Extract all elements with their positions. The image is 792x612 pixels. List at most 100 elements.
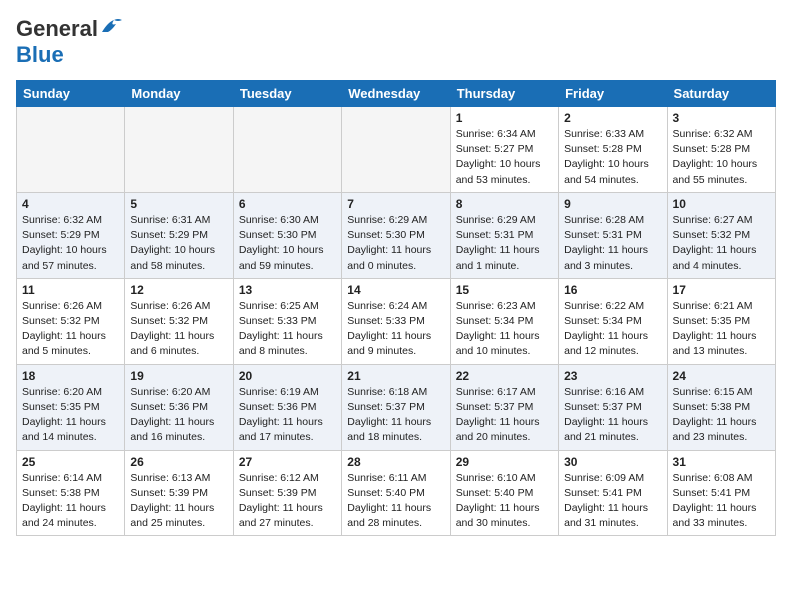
day-info: Sunrise: 6:28 AMSunset: 5:31 PMDaylight:… [564, 213, 661, 274]
calendar-cell [342, 107, 450, 193]
weekday-header-saturday: Saturday [667, 81, 775, 107]
calendar-cell: 28 Sunrise: 6:11 AMSunset: 5:40 PMDayligh… [342, 450, 450, 536]
day-number: 27 [239, 455, 336, 469]
calendar-cell: 18 Sunrise: 6:20 AMSunset: 5:35 PMDayligh… [17, 364, 125, 450]
logo: General Blue [16, 16, 122, 68]
calendar-cell: 24 Sunrise: 6:15 AMSunset: 5:38 PMDayligh… [667, 364, 775, 450]
calendar-cell: 27Sunrise: 6:12 AMSunset: 5:39 PMDayligh… [233, 450, 341, 536]
day-info: Sunrise: 6:21 AMSunset: 5:35 PMDaylight:… [673, 299, 770, 360]
day-info: Sunrise: 6:15 AMSunset: 5:38 PMDaylight:… [673, 385, 770, 446]
day-info: Sunrise: 6:16 AMSunset: 5:37 PMDaylight:… [564, 385, 661, 446]
day-info: Sunrise: 6:30 AMSunset: 5:30 PMDaylight:… [239, 213, 336, 274]
day-number: 15 [456, 283, 553, 297]
weekday-header-friday: Friday [559, 81, 667, 107]
calendar-cell: 30Sunrise: 6:09 AMSunset: 5:41 PMDayligh… [559, 450, 667, 536]
calendar-cell: 20Sunrise: 6:19 AMSunset: 5:36 PMDayligh… [233, 364, 341, 450]
calendar-cell: 31 Sunrise: 6:08 AMSunset: 5:41 PMDayligh… [667, 450, 775, 536]
day-info: Sunrise: 6:25 AMSunset: 5:33 PMDaylight:… [239, 299, 336, 360]
day-info: Sunrise: 6:24 AMSunset: 5:33 PMDaylight:… [347, 299, 444, 360]
day-info: Sunrise: 6:18 AMSunset: 5:37 PMDaylight:… [347, 385, 444, 446]
calendar-cell: 22 Sunrise: 6:17 AMSunset: 5:37 PMDayligh… [450, 364, 558, 450]
day-info: Sunrise: 6:34 AMSunset: 5:27 PMDaylight:… [456, 127, 553, 188]
calendar-cell: 26 Sunrise: 6:13 AMSunset: 5:39 PMDayligh… [125, 450, 233, 536]
calendar-cell: 15Sunrise: 6:23 AMSunset: 5:34 PMDayligh… [450, 278, 558, 364]
day-info: Sunrise: 6:17 AMSunset: 5:37 PMDaylight:… [456, 385, 553, 446]
day-number: 4 [22, 197, 119, 211]
day-info: Sunrise: 6:26 AMSunset: 5:32 PMDaylight:… [22, 299, 119, 360]
day-number: 6 [239, 197, 336, 211]
calendar-cell [233, 107, 341, 193]
calendar-week-5: 25Sunrise: 6:14 AMSunset: 5:38 PMDayligh… [17, 450, 776, 536]
calendar-cell [125, 107, 233, 193]
day-info: Sunrise: 6:29 AMSunset: 5:30 PMDaylight:… [347, 213, 444, 274]
day-number: 17 [673, 283, 770, 297]
day-number: 16 [564, 283, 661, 297]
day-info: Sunrise: 6:09 AMSunset: 5:41 PMDaylight:… [564, 471, 661, 532]
day-number: 3 [673, 111, 770, 125]
weekday-header-thursday: Thursday [450, 81, 558, 107]
day-info: Sunrise: 6:32 AMSunset: 5:29 PMDaylight:… [22, 213, 119, 274]
day-info: Sunrise: 6:08 AMSunset: 5:41 PMDaylight:… [673, 471, 770, 532]
day-number: 11 [22, 283, 119, 297]
day-info: Sunrise: 6:13 AMSunset: 5:39 PMDaylight:… [130, 471, 227, 532]
day-number: 24 [673, 369, 770, 383]
day-number: 18 [22, 369, 119, 383]
calendar-cell: 16 Sunrise: 6:22 AMSunset: 5:34 PMDayligh… [559, 278, 667, 364]
day-number: 2 [564, 111, 661, 125]
calendar-cell: 25Sunrise: 6:14 AMSunset: 5:38 PMDayligh… [17, 450, 125, 536]
day-number: 21 [347, 369, 444, 383]
day-number: 31 [673, 455, 770, 469]
day-info: Sunrise: 6:33 AMSunset: 5:28 PMDaylight:… [564, 127, 661, 188]
day-info: Sunrise: 6:10 AMSunset: 5:40 PMDaylight:… [456, 471, 553, 532]
day-number: 22 [456, 369, 553, 383]
calendar-cell: 2 Sunrise: 6:33 AMSunset: 5:28 PMDaylight… [559, 107, 667, 193]
day-number: 14 [347, 283, 444, 297]
calendar-week-2: 4 Sunrise: 6:32 AMSunset: 5:29 PMDaylight… [17, 192, 776, 278]
day-info: Sunrise: 6:20 AMSunset: 5:35 PMDaylight:… [22, 385, 119, 446]
day-info: Sunrise: 6:29 AMSunset: 5:31 PMDaylight:… [456, 213, 553, 274]
day-info: Sunrise: 6:32 AMSunset: 5:28 PMDaylight:… [673, 127, 770, 188]
logo-blue: Blue [16, 42, 64, 68]
weekday-header-monday: Monday [125, 81, 233, 107]
day-info: Sunrise: 6:11 AMSunset: 5:40 PMDaylight:… [347, 471, 444, 532]
calendar-cell: 9Sunrise: 6:28 AMSunset: 5:31 PMDaylight… [559, 192, 667, 278]
day-number: 29 [456, 455, 553, 469]
day-number: 12 [130, 283, 227, 297]
calendar-cell: 5 Sunrise: 6:31 AMSunset: 5:29 PMDaylight… [125, 192, 233, 278]
day-number: 25 [22, 455, 119, 469]
calendar-cell: 3 Sunrise: 6:32 AMSunset: 5:28 PMDaylight… [667, 107, 775, 193]
calendar-cell: 10Sunrise: 6:27 AMSunset: 5:32 PMDayligh… [667, 192, 775, 278]
day-number: 23 [564, 369, 661, 383]
logo-general: General [16, 16, 98, 42]
day-info: Sunrise: 6:20 AMSunset: 5:36 PMDaylight:… [130, 385, 227, 446]
weekday-header-sunday: Sunday [17, 81, 125, 107]
calendar-cell [17, 107, 125, 193]
page-header: General Blue [16, 16, 776, 68]
weekday-header-row: SundayMondayTuesdayWednesdayThursdayFrid… [17, 81, 776, 107]
calendar-cell: 21 Sunrise: 6:18 AMSunset: 5:37 PMDayligh… [342, 364, 450, 450]
day-number: 28 [347, 455, 444, 469]
calendar-cell: 13 Sunrise: 6:25 AMSunset: 5:33 PMDayligh… [233, 278, 341, 364]
calendar-cell: 12 Sunrise: 6:26 AMSunset: 5:32 PMDayligh… [125, 278, 233, 364]
calendar-cell: 23 Sunrise: 6:16 AMSunset: 5:37 PMDayligh… [559, 364, 667, 450]
day-number: 26 [130, 455, 227, 469]
day-info: Sunrise: 6:31 AMSunset: 5:29 PMDaylight:… [130, 213, 227, 274]
day-number: 1 [456, 111, 553, 125]
day-info: Sunrise: 6:19 AMSunset: 5:36 PMDaylight:… [239, 385, 336, 446]
day-number: 10 [673, 197, 770, 211]
day-number: 5 [130, 197, 227, 211]
calendar-cell: 19Sunrise: 6:20 AMSunset: 5:36 PMDayligh… [125, 364, 233, 450]
calendar-week-4: 18 Sunrise: 6:20 AMSunset: 5:35 PMDayligh… [17, 364, 776, 450]
calendar-cell: 7Sunrise: 6:29 AMSunset: 5:30 PMDaylight… [342, 192, 450, 278]
calendar-week-1: 1 Sunrise: 6:34 AMSunset: 5:27 PMDaylight… [17, 107, 776, 193]
calendar-table: SundayMondayTuesdayWednesdayThursdayFrid… [16, 80, 776, 536]
day-info: Sunrise: 6:26 AMSunset: 5:32 PMDaylight:… [130, 299, 227, 360]
day-number: 13 [239, 283, 336, 297]
logo-bird-icon [100, 18, 122, 36]
calendar-cell: 29 Sunrise: 6:10 AMSunset: 5:40 PMDayligh… [450, 450, 558, 536]
day-info: Sunrise: 6:22 AMSunset: 5:34 PMDaylight:… [564, 299, 661, 360]
calendar-cell: 6 Sunrise: 6:30 AMSunset: 5:30 PMDaylight… [233, 192, 341, 278]
calendar-cell: 11 Sunrise: 6:26 AMSunset: 5:32 PMDayligh… [17, 278, 125, 364]
calendar-cell: 8Sunrise: 6:29 AMSunset: 5:31 PMDaylight… [450, 192, 558, 278]
calendar-cell: 1 Sunrise: 6:34 AMSunset: 5:27 PMDaylight… [450, 107, 558, 193]
